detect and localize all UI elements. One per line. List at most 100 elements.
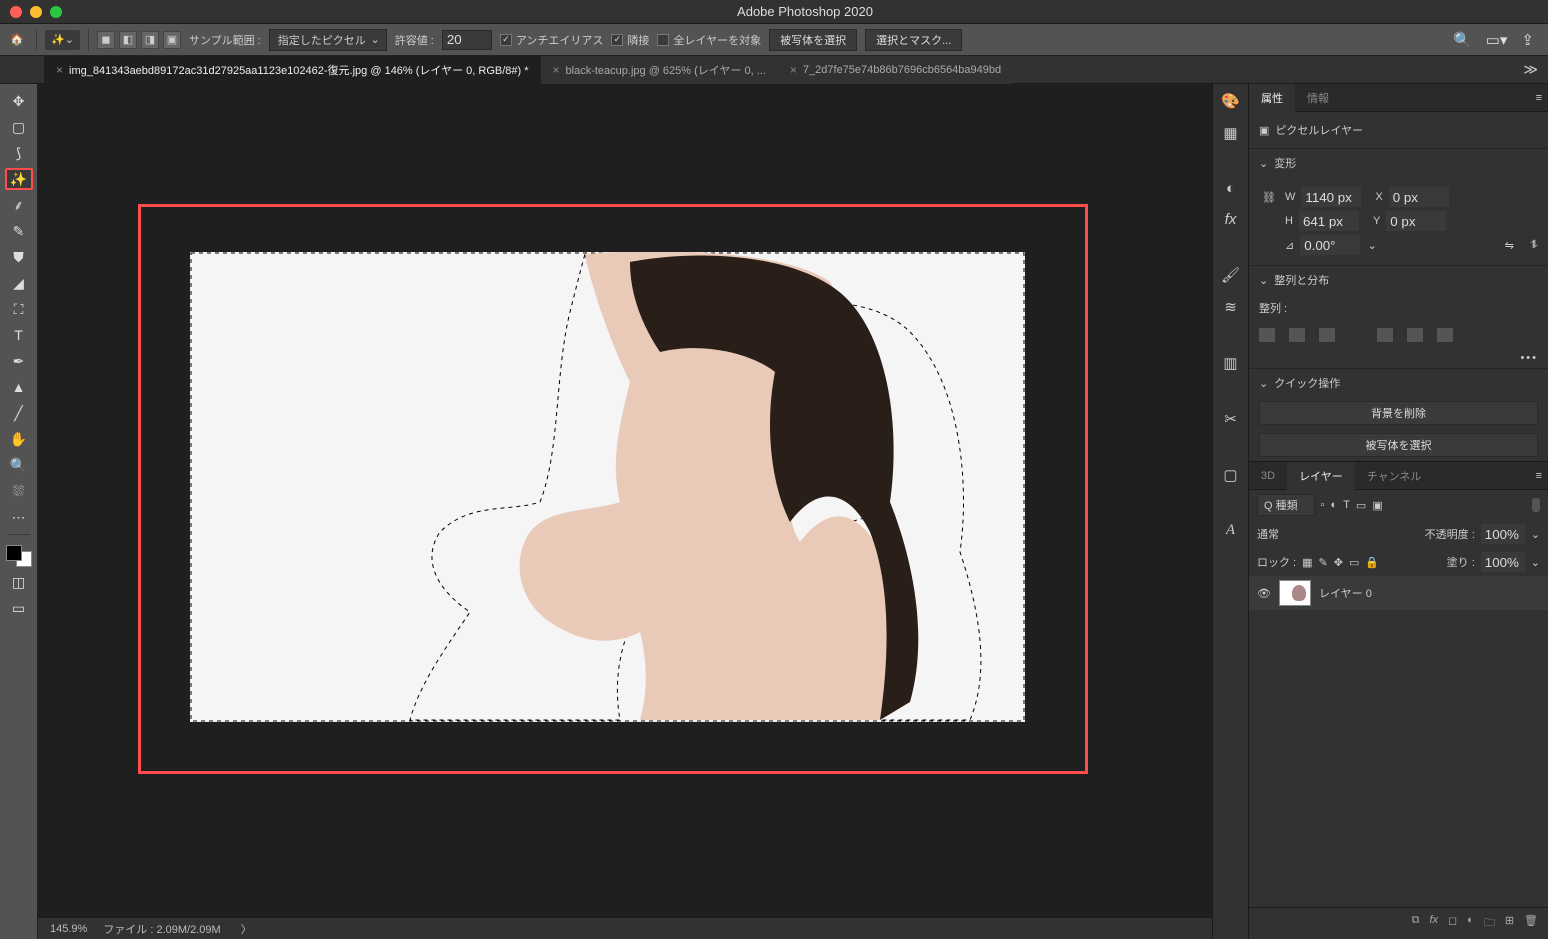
quick-actions-section[interactable]: クイック操作 [1249, 368, 1548, 397]
type-tool[interactable]: T [5, 324, 33, 346]
flip-vertical-icon[interactable]: ⥮ [1530, 239, 1538, 252]
color-swatch[interactable] [6, 545, 32, 567]
delete-layer-icon[interactable]: 🗑 [1524, 914, 1538, 933]
fill-input[interactable] [1481, 552, 1525, 572]
magic-wand-tool[interactable]: ✨ [5, 168, 33, 190]
layer-thumbnail[interactable] [1279, 580, 1311, 606]
gradient-tool[interactable]: ◢ [5, 272, 33, 294]
new-layer-icon[interactable]: ⊞ [1505, 914, 1514, 933]
foreground-color[interactable] [6, 545, 22, 561]
filter-shape-icon[interactable]: ▭ [1356, 499, 1366, 512]
panel-menu-icon[interactable]: ≡ [1530, 470, 1548, 482]
blend-mode-dropdown[interactable]: 通常 [1257, 526, 1377, 542]
close-tab-icon[interactable]: × [553, 63, 560, 77]
actions-panel-icon[interactable]: ✂ [1224, 410, 1237, 428]
zoom-level[interactable]: 145.9% [50, 923, 87, 935]
more-tools[interactable]: ⋯ [5, 506, 33, 528]
document-canvas[interactable] [190, 252, 1025, 722]
lock-paint-icon[interactable]: ✎ [1319, 556, 1328, 569]
frame-panel-icon[interactable]: ▢ [1223, 466, 1237, 484]
brush-tool[interactable]: ✎ [5, 220, 33, 242]
align-vcenter-icon[interactable] [1407, 328, 1423, 342]
tab-overflow-icon[interactable]: ≫ [1513, 61, 1548, 78]
link-wh-icon[interactable]: ⛓ [1259, 191, 1279, 204]
layer-visibility-icon[interactable]: 👁 [1257, 587, 1271, 600]
brush-settings-icon[interactable]: ≋ [1224, 298, 1237, 316]
close-tab-icon[interactable]: × [790, 63, 797, 77]
lock-all-icon[interactable]: 🔒 [1365, 556, 1379, 569]
search-icon[interactable]: 🔍 [1453, 31, 1472, 49]
x-input[interactable] [1389, 187, 1449, 207]
tool-preset[interactable]: ✨⌄ [45, 30, 80, 50]
select-subject-button[interactable]: 被写体を選択 [769, 29, 857, 51]
properties-tab[interactable]: 属性 [1249, 84, 1295, 112]
lock-transparency-icon[interactable]: ▦ [1302, 556, 1312, 569]
width-input[interactable] [1301, 187, 1361, 207]
3d-tab[interactable]: 3D [1249, 462, 1287, 490]
panel-menu-icon[interactable]: ≡ [1530, 92, 1548, 104]
group-layers-icon[interactable]: 🗀 [1484, 914, 1495, 933]
filter-adjust-icon[interactable]: ◐ [1331, 499, 1338, 511]
clone-stamp-tool[interactable]: ⛊ [5, 246, 33, 268]
more-options-icon[interactable]: ••• [1520, 352, 1548, 364]
tolerance-input[interactable] [442, 30, 492, 50]
filter-type-icon[interactable]: T [1343, 499, 1350, 511]
antialias-checkbox[interactable]: ✓アンチエイリアス [500, 32, 604, 48]
lock-position-icon[interactable]: ✥ [1334, 556, 1343, 569]
glyphs-panel-icon[interactable]: A [1226, 522, 1235, 539]
home-button[interactable]: 🏠 [6, 29, 28, 51]
align-section[interactable]: 整列と分布 [1249, 265, 1548, 294]
close-tab-icon[interactable]: × [56, 63, 63, 77]
filter-smart-icon[interactable]: ▣ [1372, 499, 1382, 512]
contiguous-checkbox[interactable]: ✓隣接 [611, 32, 649, 48]
line-tool[interactable]: ╱ [5, 402, 33, 424]
transform-section[interactable]: 変形 [1249, 148, 1548, 177]
pen-tool[interactable]: ✒ [5, 350, 33, 372]
share-icon[interactable]: ⇪ [1521, 31, 1534, 49]
all-layers-checkbox[interactable]: 全レイヤーを対象 [657, 32, 761, 48]
align-top-icon[interactable] [1377, 328, 1393, 342]
angle-input[interactable] [1300, 235, 1360, 255]
selection-subtract-icon[interactable]: ◨ [141, 31, 159, 49]
select-and-mask-button[interactable]: 選択とマスク... [865, 29, 962, 51]
layer-mask-icon[interactable]: ◻ [1448, 914, 1457, 933]
align-hcenter-icon[interactable] [1289, 328, 1305, 342]
move-tool[interactable]: ✥ [5, 90, 33, 112]
color-panel-icon[interactable]: 🎨 [1221, 92, 1240, 110]
layers-tab[interactable]: レイヤー [1287, 462, 1355, 490]
document-tab[interactable]: ×7_2d7fe75e74b86b7696cb6564ba949bd [778, 56, 1013, 84]
workspace-icon[interactable]: ▭▾ [1486, 31, 1508, 49]
align-bottom-icon[interactable] [1437, 328, 1453, 342]
lasso-tool[interactable]: ⟆ [5, 142, 33, 164]
layer-filter-kind[interactable]: Q 種類 [1257, 494, 1315, 516]
quick-selection-tool[interactable]: ⸙ [5, 194, 33, 216]
layer-row[interactable]: 👁 レイヤー 0 [1249, 576, 1548, 610]
status-chevron-icon[interactable]: 〉 [241, 921, 252, 937]
hand-tool[interactable]: ✋ [5, 428, 33, 450]
remove-background-button[interactable]: 背景を削除 [1259, 401, 1538, 425]
maximize-window[interactable] [50, 6, 62, 18]
adjustments-panel-icon[interactable]: ◐ [1226, 180, 1235, 197]
layer-name[interactable]: レイヤー 0 [1319, 585, 1372, 601]
document-tab[interactable]: ×black-teacup.jpg @ 625% (レイヤー 0, ... [541, 56, 778, 84]
filter-toggle[interactable] [1532, 498, 1540, 512]
libraries-panel-icon[interactable]: ▥ [1223, 354, 1237, 372]
opacity-input[interactable] [1481, 524, 1525, 544]
marquee-tool[interactable]: ▢ [5, 116, 33, 138]
lock-artboard-icon[interactable]: ▭ [1349, 556, 1359, 569]
quick-mask-tool[interactable]: ◫ [5, 571, 33, 593]
canvas-viewport[interactable] [38, 84, 1212, 917]
crop-tool[interactable]: ⛶ [5, 298, 33, 320]
selection-intersect-icon[interactable]: ▣ [163, 31, 181, 49]
minimize-window[interactable] [30, 6, 42, 18]
align-right-icon[interactable] [1319, 328, 1335, 342]
zoom-tool[interactable]: 🔍 [5, 454, 33, 476]
document-tab[interactable]: ×img_841343aebd89172ac31d27925aa1123e102… [44, 56, 541, 84]
selection-add-icon[interactable]: ◧ [119, 31, 137, 49]
path-selection-tool[interactable]: ▲ [5, 376, 33, 398]
close-window[interactable] [10, 6, 22, 18]
perspective-tool[interactable]: ⛆ [5, 480, 33, 502]
flip-horizontal-icon[interactable]: ⇋ [1505, 239, 1514, 252]
channels-tab[interactable]: チャンネル [1355, 462, 1434, 490]
height-input[interactable] [1299, 211, 1359, 231]
